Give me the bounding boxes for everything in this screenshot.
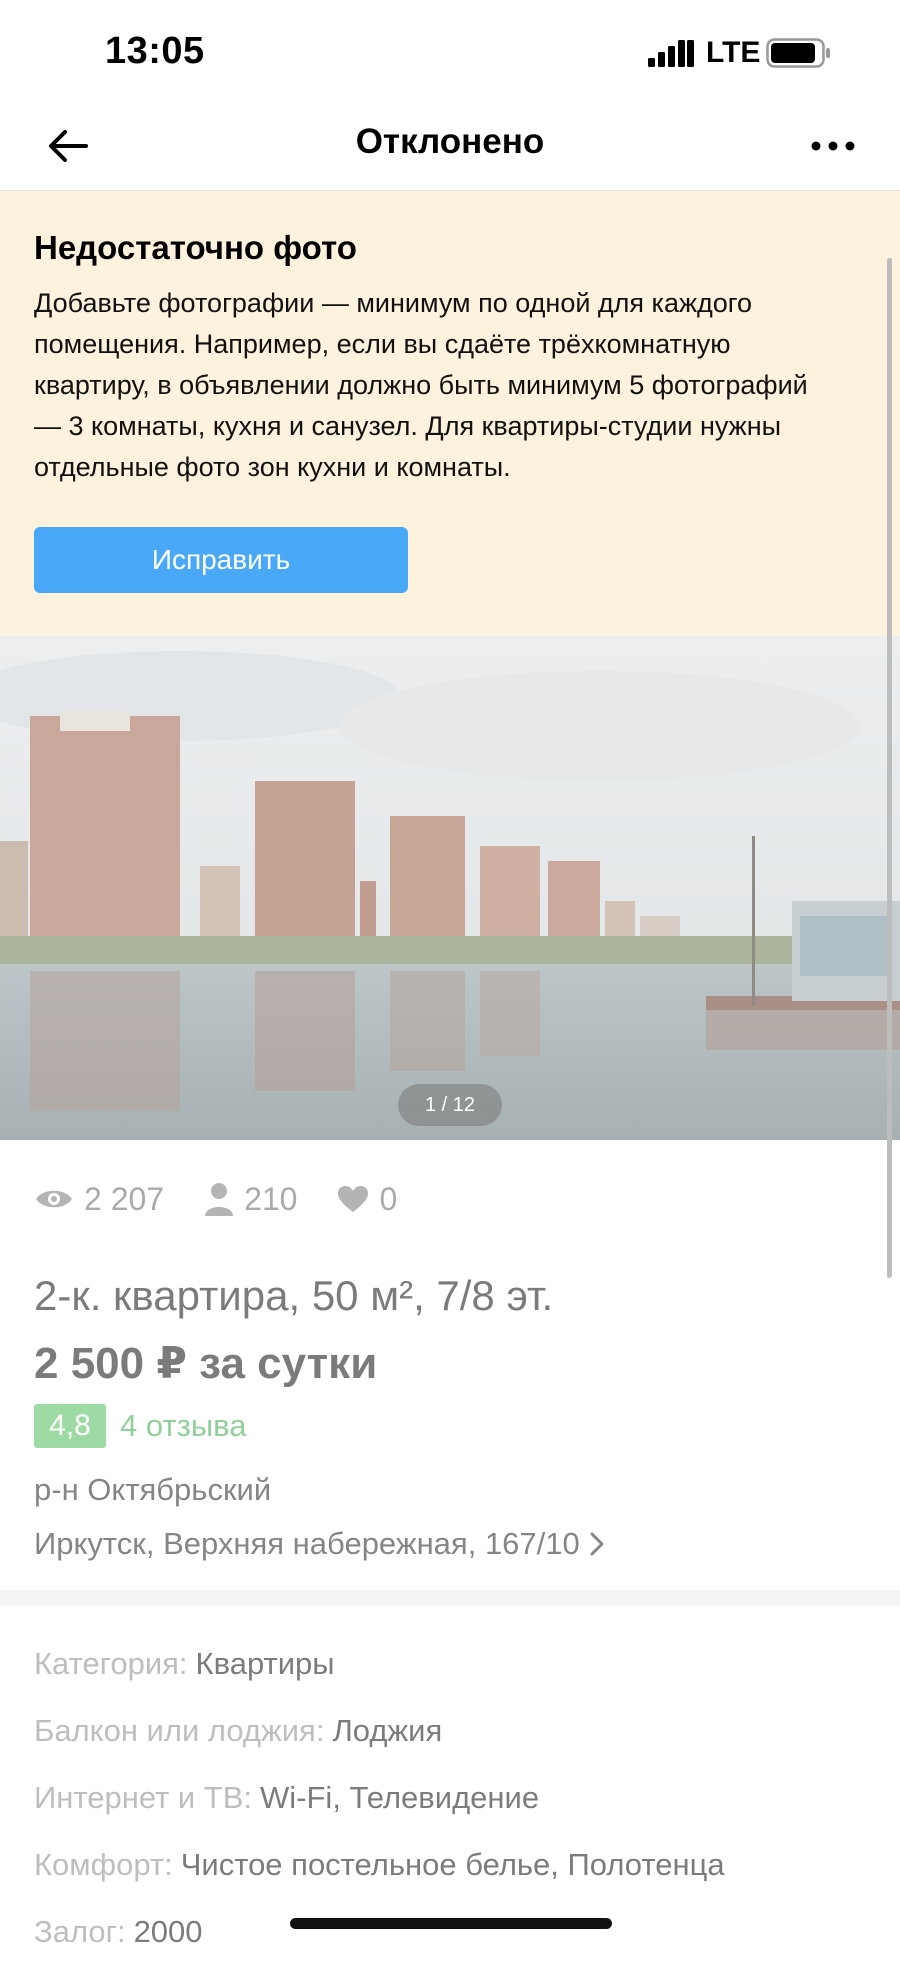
listing-price: 2 500 ₽ за сутки [34, 1339, 378, 1388]
status-time: 13:05 [105, 30, 205, 72]
notice-title: Недостаточно фото [34, 229, 357, 266]
fix-button[interactable]: Исправить [34, 527, 408, 593]
person-icon [205, 1183, 234, 1216]
address-link[interactable]: Иркутск, Верхняя набережная, 167/10 [34, 1526, 604, 1562]
favorites-count: 0 [379, 1180, 398, 1217]
rating-row[interactable]: 4,8 4 отзыва [34, 1404, 246, 1448]
params-list: Категория: Квартиры Балкон или лоджия: Л… [34, 1630, 725, 1965]
param-key: Категория: [34, 1645, 188, 1681]
scrollbar[interactable] [887, 258, 892, 1278]
favorites-stat: 0 [337, 1181, 397, 1218]
nav-bar: Отклонено [0, 100, 900, 191]
param-row: Комфорт: Чистое постельное белье, Полоте… [34, 1831, 725, 1898]
battery-icon [766, 38, 830, 68]
more-icon [811, 141, 855, 151]
param-value: Лоджия [332, 1712, 443, 1748]
listing-photo [0, 636, 900, 1140]
eye-icon [36, 1190, 72, 1208]
contacts-count: 210 [244, 1180, 298, 1217]
signal-icon [648, 40, 694, 67]
reviews-link[interactable]: 4 отзыва [120, 1408, 246, 1444]
photo-gallery[interactable]: 1 / 12 [0, 636, 900, 1140]
section-divider [0, 1590, 900, 1606]
listing-stats: 2 207 210 0 [34, 1175, 437, 1223]
views-stat: 2 207 [34, 1181, 164, 1218]
rejection-notice: Недостаточно фото Добавьте фотографии — … [0, 191, 900, 636]
status-bar: 13:05 LTE [0, 0, 900, 100]
param-key: Интернет и ТВ: [34, 1779, 253, 1815]
views-count: 2 207 [84, 1180, 165, 1217]
param-key: Балкон или лоджия: [34, 1712, 325, 1748]
home-indicator[interactable] [290, 1918, 612, 1929]
param-value: 2000 [133, 1913, 203, 1949]
notice-text: Добавьте фотографии — минимум по одной д… [34, 288, 808, 482]
photo-counter: 1 / 12 [398, 1084, 502, 1126]
page-title: Отклонено [355, 122, 545, 161]
listing-title: 2-к. квартира, 50 м², 7/8 эт. [34, 1272, 554, 1319]
more-button[interactable] [800, 118, 866, 174]
param-value: Квартиры [195, 1645, 335, 1681]
rating-badge: 4,8 [34, 1404, 106, 1448]
contacts-stat: 210 [204, 1181, 297, 1218]
param-key: Залог: [34, 1913, 126, 1949]
network-type: LTE [706, 36, 761, 69]
address-text: Иркутск, Верхняя набережная, 167/10 [34, 1526, 580, 1561]
param-row: Залог: 2000 [34, 1898, 725, 1965]
param-key: Комфорт: [34, 1846, 173, 1882]
district: р-н Октябрьский [34, 1472, 272, 1507]
param-row: Интернет и ТВ: Wi-Fi, Телевидение [34, 1764, 725, 1831]
param-row: Категория: Квартиры [34, 1630, 725, 1697]
heart-icon [338, 1186, 369, 1212]
param-value: Чистое постельное белье, Полотенца [180, 1846, 725, 1882]
chevron-right-icon [590, 1532, 604, 1556]
param-value: Wi-Fi, Телевидение [260, 1779, 540, 1815]
param-row: Балкон или лоджия: Лоджия [34, 1697, 725, 1764]
